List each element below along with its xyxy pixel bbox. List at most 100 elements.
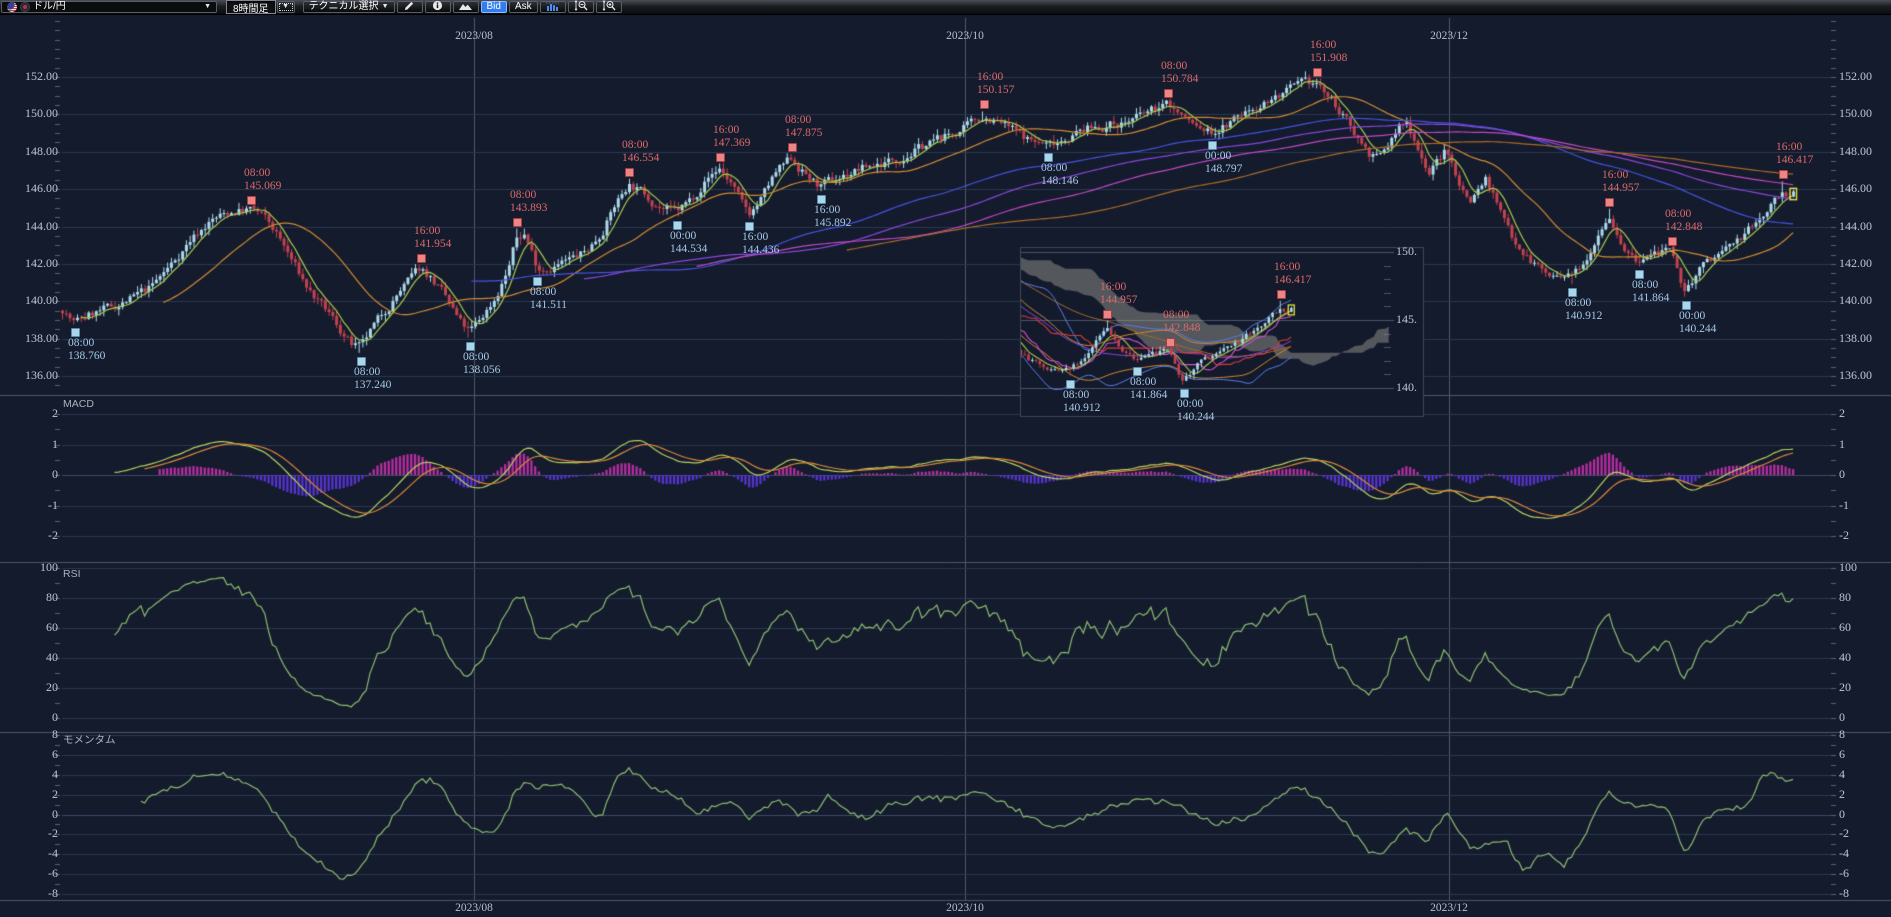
draw-pencil-button[interactable]: [397, 1, 423, 13]
extremum-marker-low: [817, 195, 826, 204]
extremum-marker-low: [1568, 288, 1577, 297]
extremum-marker-high: [1277, 290, 1286, 299]
rsi-tick-label-left: 20: [28, 681, 58, 694]
annotation-time: 08:00: [354, 366, 391, 379]
annotation-price: 140.244: [1177, 411, 1214, 424]
annotation-price: 141.864: [1130, 389, 1167, 402]
date-label-top: 2023/10: [933, 30, 997, 43]
annotation-price: 140.912: [1063, 402, 1100, 415]
annotation-price: 145.892: [814, 217, 851, 230]
info-icon: [432, 0, 443, 14]
date-label-bottom: 2023/08: [442, 902, 506, 915]
price-annotation-high: 08:00147.875: [785, 114, 822, 140]
annotation-price: 147.875: [785, 127, 822, 140]
annotation-price: 151.908: [1310, 52, 1347, 65]
info-button[interactable]: [425, 1, 451, 13]
extremum-marker-low: [1066, 380, 1075, 389]
momentum-tick-label-right: 2: [1839, 788, 1869, 801]
zoom-in-button[interactable]: [596, 1, 622, 13]
extremum-marker-low: [533, 277, 542, 286]
annotation-price: 145.069: [244, 180, 281, 193]
macd-tick-label-left: 1: [28, 438, 58, 451]
rsi-tick-label-right: 0: [1839, 711, 1869, 724]
annotation-time: 16:00: [977, 71, 1014, 84]
annotation-time: 16:00: [713, 124, 750, 137]
price-tick-label-left: 140.00: [14, 294, 58, 307]
annotation-price: 144.957: [1100, 294, 1137, 307]
price-annotation-low: 16:00145.892: [814, 204, 851, 230]
momentum-tick-label-right: -4: [1839, 847, 1869, 860]
chevron-down-icon: ▼: [382, 2, 389, 12]
extremum-marker-low: [745, 222, 754, 231]
annotation-time: 16:00: [1602, 169, 1639, 182]
price-tick-label-right: 152.00: [1839, 70, 1885, 83]
annotation-time: 08:00: [244, 167, 281, 180]
extremum-marker-high: [1668, 237, 1677, 246]
annotation-time: 00:00: [1177, 398, 1214, 411]
macd-tick-label-right: 2: [1839, 407, 1869, 420]
price-annotation-high: 08:00142.848: [1665, 208, 1702, 234]
extremum-marker-low: [71, 328, 80, 337]
inset-price-tick-label: 150.: [1396, 245, 1424, 258]
annotation-time: 08:00: [463, 351, 500, 364]
annotation-time: 08:00: [622, 139, 659, 152]
price-tick-label-right: 144.00: [1839, 220, 1885, 233]
annotation-time: 16:00: [1776, 141, 1813, 154]
macd-tick-label-left: 0: [28, 468, 58, 481]
momentum-tick-label-right: -8: [1839, 887, 1869, 900]
annotation-time: 00:00: [670, 230, 707, 243]
price-annotation-high: 16:00151.908: [1310, 39, 1347, 65]
rsi-tick-label-left: 40: [28, 651, 58, 664]
annotation-price: 146.554: [622, 152, 659, 165]
ask-button[interactable]: Ask: [509, 1, 538, 13]
bid-button[interactable]: Bid: [481, 1, 507, 13]
annotation-price: 144.436: [742, 244, 779, 257]
date-label-top: 2023/08: [442, 30, 506, 43]
extremum-marker-low: [673, 221, 682, 230]
annotation-time: 16:00: [1274, 261, 1311, 274]
annotation-price: 140.244: [1679, 323, 1716, 336]
price-annotation-high: 16:00146.417: [1776, 141, 1813, 167]
japan-flag-icon: [20, 2, 30, 12]
chart-style-button[interactable]: [453, 1, 479, 13]
extremum-marker-low: [1635, 270, 1644, 279]
extremum-marker-low: [1180, 389, 1189, 398]
annotation-time: 08:00: [1565, 297, 1602, 310]
annotation-price: 138.760: [68, 350, 105, 363]
momentum-tick-label-left: 8: [28, 728, 58, 741]
annotation-time: 16:00: [1310, 39, 1347, 52]
annotation-price: 141.954: [414, 238, 451, 251]
extremum-marker-low: [1682, 301, 1691, 310]
chart-canvas[interactable]: [0, 0, 1891, 917]
momentum-tick-label-right: -6: [1839, 867, 1869, 880]
annotation-time: 08:00: [1130, 376, 1167, 389]
macd-tick-label-right: -2: [1839, 529, 1869, 542]
zoom-out-button[interactable]: [568, 1, 594, 13]
price-annotation-low: 08:00148.146: [1041, 162, 1078, 188]
annotation-price: 146.417: [1274, 274, 1311, 287]
timeframe-dropdown-button[interactable]: ▼: [277, 1, 295, 13]
price-annotation-high: 08:00150.784: [1161, 60, 1198, 86]
currency-pair-select[interactable]: ドル/円 ▼: [1, 1, 217, 13]
extremum-marker-low: [1208, 141, 1217, 150]
volume-histogram-button[interactable]: [540, 1, 566, 13]
annotation-price: 141.864: [1632, 292, 1669, 305]
extremum-marker-high: [1164, 89, 1173, 98]
price-annotation-high: 16:00150.157: [977, 71, 1014, 97]
price-annotation-low: 00:00148.797: [1205, 150, 1242, 176]
macd-tick-label-right: -1: [1839, 499, 1869, 512]
macd-tick-label-left: -1: [28, 499, 58, 512]
extremum-marker-high: [1779, 170, 1788, 179]
momentum-panel-title: モメンタム: [63, 734, 116, 747]
rsi-tick-label-right: 40: [1839, 651, 1869, 664]
macd-panel-title: MACD: [63, 398, 94, 411]
technical-select-button[interactable]: テクニカル選択 ▼: [303, 1, 395, 13]
currency-pair-label: ドル/円: [33, 2, 201, 12]
macd-tick-label-right: 1: [1839, 438, 1869, 451]
macd-tick-label-right: 0: [1839, 468, 1869, 481]
price-annotation-low: 00:00140.244: [1177, 398, 1214, 424]
price-annotation-low: 08:00140.912: [1063, 389, 1100, 415]
price-annotation-high: 08:00142.848: [1163, 309, 1200, 335]
timeframe-display[interactable]: 8時間足: [226, 0, 276, 14]
momentum-tick-label-right: -2: [1839, 827, 1869, 840]
